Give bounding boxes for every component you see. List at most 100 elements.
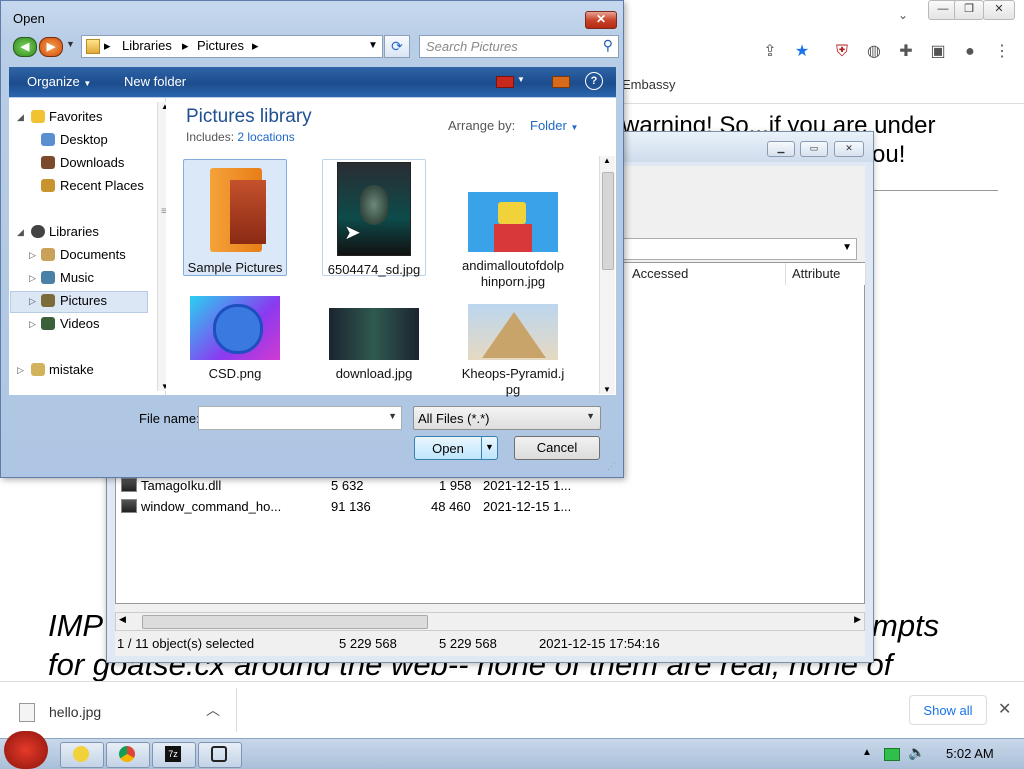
nav-item-music[interactable]: ▷ Music — [9, 267, 149, 289]
preview-pane-icon[interactable] — [552, 76, 570, 88]
scrollbar-thumb[interactable] — [602, 172, 614, 270]
status-packed: 5 229 568 — [439, 636, 497, 651]
cancel-button[interactable]: Cancel — [514, 436, 600, 460]
scrollbar-thumb[interactable] — [142, 615, 428, 629]
file-item[interactable]: 6504474_sd.jpg — [322, 162, 426, 278]
dialog-close-button[interactable]: ✕ — [585, 11, 617, 29]
file-item[interactable]: andimalloutofdolphinporn.jpg — [461, 162, 565, 290]
file-name-input[interactable]: ▼ — [198, 406, 402, 430]
chevron-up-icon[interactable]: ︿ — [206, 700, 220, 720]
expand-arrow-icon[interactable]: ▷ — [29, 244, 36, 266]
chevron-down-icon[interactable]: ▼ — [388, 411, 397, 421]
taskbar-7zip[interactable]: 7z — [152, 742, 196, 768]
share-icon[interactable]: ⇪ — [760, 42, 780, 62]
resize-grip-icon[interactable]: ⋰ — [607, 461, 616, 472]
tab-search-chevron-icon[interactable]: ⌄ — [898, 8, 908, 22]
nav-item-videos[interactable]: ▷ Videos — [9, 313, 149, 335]
menu-dots-icon[interactable]: ⋮ — [992, 42, 1012, 62]
clock[interactable]: 5:02 AM — [946, 746, 994, 761]
download-item-name[interactable]: hello.jpg — [49, 704, 101, 720]
volume-icon[interactable]: 🔈 — [908, 744, 925, 761]
organize-button[interactable]: Organize ▼ — [27, 74, 91, 89]
file-view-scrollbar[interactable]: ▲ ▼ — [599, 156, 615, 394]
archive-close-button[interactable]: ✕ — [834, 141, 864, 157]
taskbar-explorer[interactable] — [60, 742, 104, 768]
breadcrumb-arrow-icon[interactable]: ▸ — [182, 38, 189, 54]
close-button[interactable]: ✕ — [983, 0, 1015, 20]
nav-item-documents[interactable]: ▷ Documents — [9, 244, 149, 266]
new-folder-button[interactable]: New folder — [124, 74, 186, 89]
nav-label: Desktop — [60, 132, 108, 147]
nav-item-recent-places[interactable]: Recent Places — [9, 175, 149, 197]
profile-avatar-icon[interactable]: ● — [960, 42, 980, 62]
archive-maximize-button[interactable]: ▭ — [800, 141, 828, 157]
expand-arrow-icon[interactable]: ◢ — [17, 106, 24, 128]
bookmark-embassy[interactable]: Embassy — [622, 77, 675, 92]
scroll-left-icon[interactable]: ◀ — [119, 614, 126, 625]
nav-item-libraries[interactable]: ◢ Libraries — [9, 221, 149, 243]
network-icon[interactable] — [884, 748, 900, 761]
back-arrow-icon[interactable]: ◀ — [13, 37, 37, 57]
search-icon[interactable]: ⚲ — [603, 37, 613, 54]
nav-item-desktop[interactable]: Desktop — [9, 129, 149, 151]
extension-shield-icon[interactable]: ⛨ — [832, 42, 852, 62]
refresh-button[interactable]: ⟳ — [384, 35, 410, 58]
expand-arrow-icon[interactable]: ▷ — [29, 313, 36, 335]
address-bar[interactable]: ▸ Libraries ▸ Pictures ▸ ▼ — [81, 35, 383, 58]
file-item[interactable]: Kheops-Pyramid.jpg — [461, 296, 565, 398]
nav-label: Music — [60, 270, 94, 285]
help-icon[interactable]: ? — [585, 72, 603, 90]
breadcrumb-libraries[interactable]: Libraries — [122, 38, 172, 53]
taskbar-chrome[interactable] — [106, 742, 150, 768]
view-options-icon[interactable] — [496, 76, 514, 88]
horizontal-scrollbar[interactable]: ◀ ▶ — [115, 612, 865, 631]
expand-arrow-icon[interactable]: ▷ — [29, 290, 36, 312]
open-options-chevron-icon[interactable]: ▼ — [485, 442, 494, 452]
nav-item-downloads[interactable]: Downloads — [9, 152, 149, 174]
bookmark-star-icon[interactable]: ★ — [792, 42, 812, 62]
search-input[interactable]: Search Pictures ⚲ — [419, 35, 619, 58]
column-header-attributes[interactable]: Attribute — [786, 263, 866, 285]
chevron-down-icon[interactable]: ▼ — [517, 75, 525, 84]
breadcrumb-arrow-icon[interactable]: ▸ — [252, 38, 259, 54]
locations-link[interactable]: 2 locations — [237, 130, 294, 144]
open-button[interactable]: Open ▼ — [414, 436, 498, 460]
expand-arrow-icon[interactable]: ◢ — [17, 221, 24, 243]
nav-item-mistake[interactable]: ▷ mistake — [9, 359, 149, 381]
start-button[interactable] — [4, 731, 48, 769]
nav-item-pictures[interactable]: ▷ Pictures — [9, 290, 149, 312]
file-label: Kheops-Pyramid.jpg — [461, 366, 565, 397]
close-icon[interactable]: ✕ — [998, 699, 1011, 719]
download-separator — [236, 688, 237, 732]
column-header-accessed[interactable]: Accessed — [626, 263, 786, 285]
table-row[interactable]: window_command_ho... 91 136 48 460 2021-… — [115, 497, 855, 517]
side-panel-icon[interactable]: ▣ — [928, 42, 948, 62]
recent-pages-chevron-icon[interactable]: ▼ — [66, 39, 75, 49]
show-all-button[interactable]: Show all — [909, 695, 987, 725]
breadcrumb-arrow-icon[interactable]: ▸ — [104, 38, 111, 54]
archive-minimize-button[interactable]: ▁ — [767, 141, 795, 157]
scroll-right-icon[interactable]: ▶ — [854, 614, 861, 625]
archive-path-combo[interactable]: ▼ — [619, 238, 857, 260]
table-row[interactable]: TamagoIku.dll 5 632 1 958 2021-12-15 1..… — [115, 476, 855, 496]
taskbar-app[interactable] — [198, 742, 242, 768]
extensions-puzzle-icon[interactable]: ✚ — [896, 42, 916, 62]
status-selection: 1 / 11 object(s) selected — [117, 636, 255, 651]
forward-arrow-icon[interactable]: ▶ — [39, 37, 63, 57]
scroll-up-icon[interactable]: ▲ — [603, 156, 611, 165]
file-item[interactable]: download.jpg — [322, 296, 426, 382]
file-type-select[interactable]: All Files (*.*) ▼ — [413, 406, 601, 430]
tray-expand-icon[interactable]: ▲ — [862, 747, 872, 758]
restore-button[interactable]: ❐ — [954, 0, 984, 20]
address-dropdown-icon[interactable]: ▼ — [368, 40, 378, 51]
breadcrumb-pictures[interactable]: Pictures — [197, 38, 244, 53]
extension-flag-icon[interactable]: ◍ — [864, 42, 884, 62]
file-item[interactable]: CSD.png — [183, 296, 287, 382]
file-icon — [19, 703, 35, 722]
expand-arrow-icon[interactable]: ▷ — [17, 359, 24, 381]
arrange-by-dropdown[interactable]: Folder ▼ — [530, 118, 578, 133]
file-item[interactable]: Sample Pictures — [183, 162, 287, 276]
nav-item-favorites[interactable]: ◢ Favorites — [9, 106, 149, 128]
expand-arrow-icon[interactable]: ▷ — [29, 267, 36, 289]
scroll-down-icon[interactable]: ▼ — [603, 385, 611, 394]
